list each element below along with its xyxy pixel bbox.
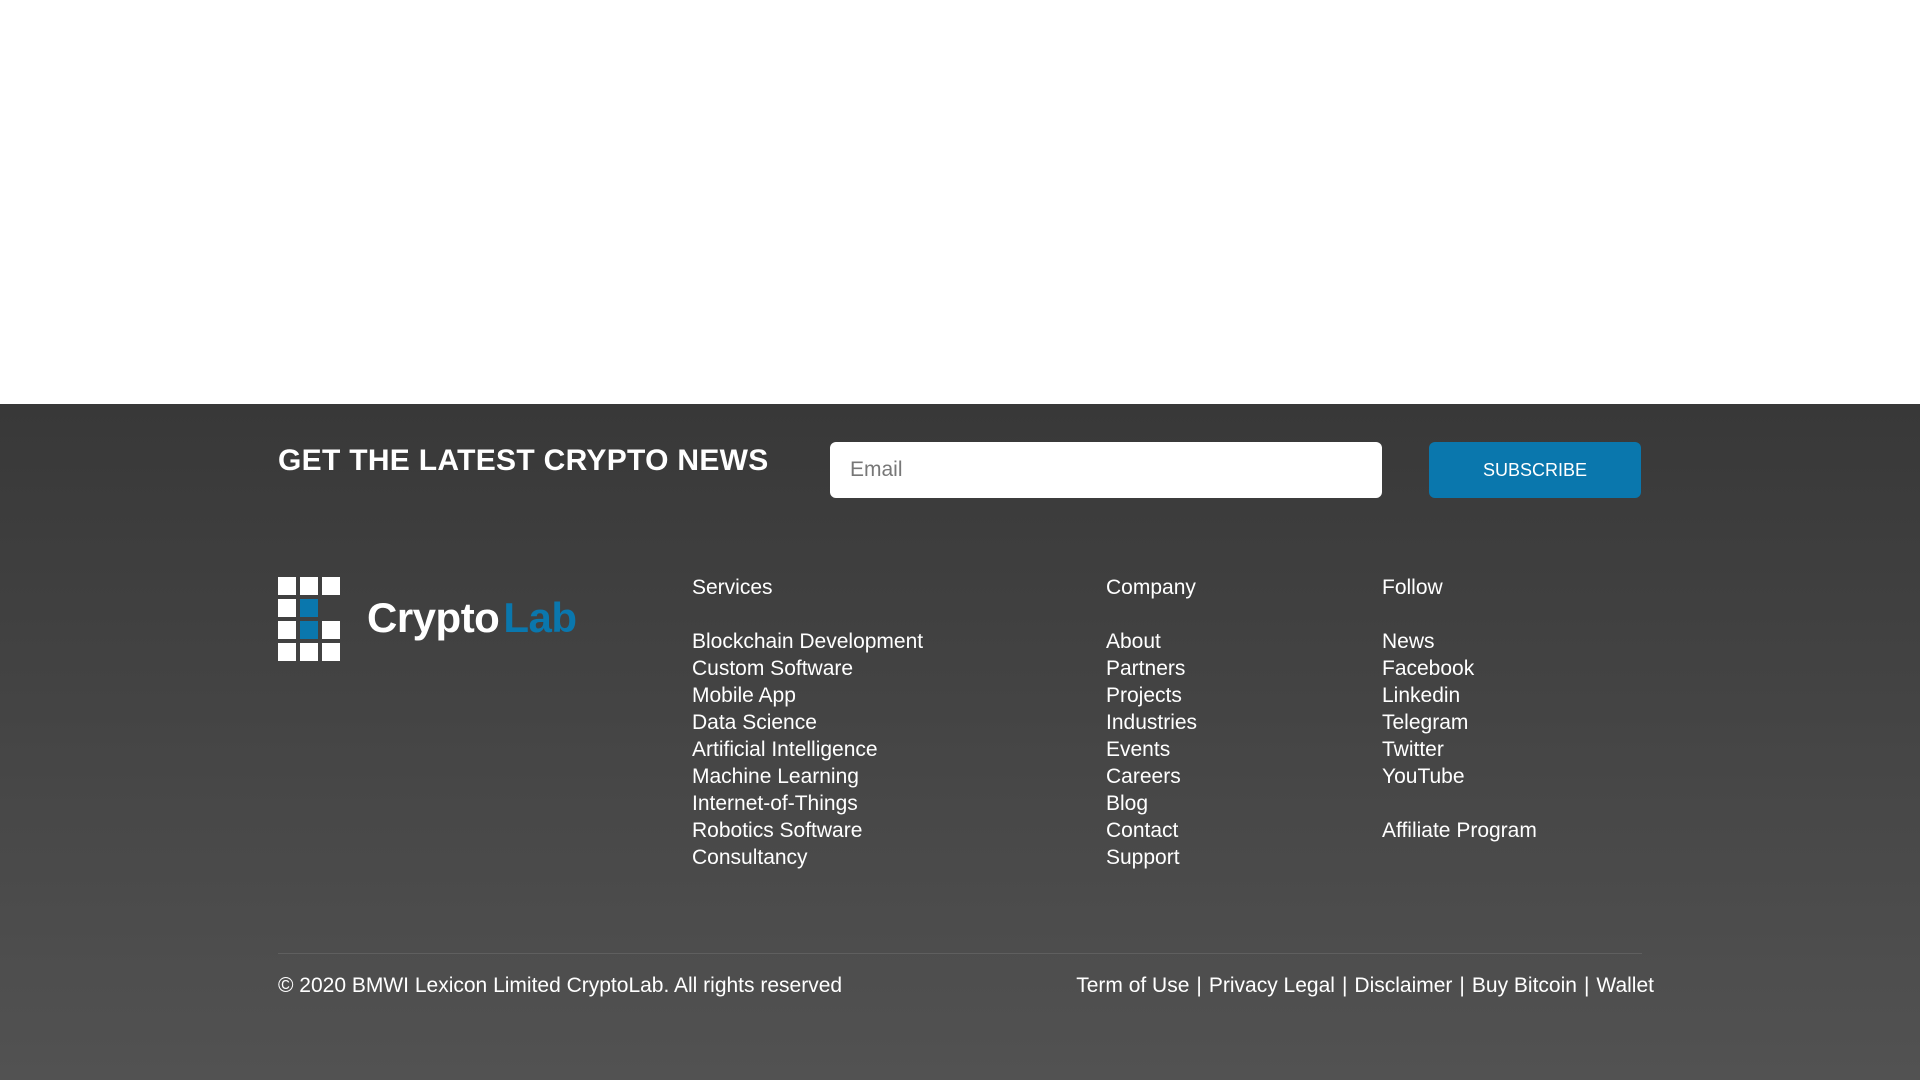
services-link[interactable]: Consultancy: [692, 846, 808, 869]
services-link[interactable]: Data Science: [692, 711, 817, 734]
newsletter-heading: GET THE LATEST CRYPTO NEWS: [278, 444, 769, 477]
site-footer: GET THE LATEST CRYPTO NEWS SUBSCRIBE Cry…: [0, 404, 1920, 1080]
company-list: About Partners Projects Industries Event…: [1106, 628, 1197, 871]
disclaimer-link[interactable]: Disclaimer: [1354, 974, 1452, 997]
services-link[interactable]: Mobile App: [692, 684, 796, 707]
link-separator: |: [1459, 974, 1465, 997]
company-column: Company About Partners Projects Industri…: [1106, 574, 1197, 871]
services-column: Services Blockchain Development Custom S…: [692, 574, 923, 871]
follow-link[interactable]: Twitter: [1382, 738, 1444, 761]
buy-bitcoin-link[interactable]: Buy Bitcoin: [1472, 974, 1577, 997]
email-input[interactable]: [830, 442, 1382, 498]
services-link[interactable]: Blockchain Development: [692, 630, 923, 653]
legal-links: Term of Use | Privacy Legal | Disclaimer | Buy…: [1076, 971, 1654, 1001]
services-link[interactable]: Custom Software: [692, 657, 853, 680]
copyright-text: © 2020 BMWI Lexicon Limited CryptoLab. A…: [278, 974, 843, 997]
company-link[interactable]: Projects: [1106, 684, 1182, 707]
page-content-area: [0, 0, 1920, 404]
company-link[interactable]: Events: [1106, 738, 1170, 761]
company-link[interactable]: Careers: [1106, 765, 1181, 788]
logo-text-primary: Crypto: [367, 594, 500, 641]
follow-heading: Follow: [1382, 576, 1443, 599]
company-link[interactable]: Industries: [1106, 711, 1197, 734]
link-separator: |: [1583, 974, 1590, 997]
cryptolab-logo[interactable]: CryptoLab: [278, 577, 577, 661]
follow-link[interactable]: News: [1382, 630, 1435, 653]
follow-link[interactable]: YouTube: [1382, 765, 1465, 788]
logo-text-accent: Lab: [503, 594, 577, 641]
follow-link[interactable]: Telegram: [1382, 711, 1468, 734]
privacy-legal-link[interactable]: Privacy Legal: [1209, 974, 1335, 997]
follow-column: Follow News Facebook Linkedin Telegram T…: [1382, 574, 1537, 844]
follow-link[interactable]: Linkedin: [1382, 684, 1460, 707]
company-link[interactable]: About: [1106, 630, 1161, 653]
link-separator: |: [1196, 974, 1202, 997]
company-link[interactable]: Blog: [1106, 792, 1148, 815]
follow-list: News Facebook Linkedin Telegram Twitter …: [1382, 628, 1537, 844]
logo-wordmark: CryptoLab: [367, 594, 577, 642]
company-link[interactable]: Contact: [1106, 819, 1178, 842]
wallet-link[interactable]: Wallet: [1596, 974, 1654, 997]
services-list: Blockchain Development Custom Software M…: [692, 628, 923, 871]
services-link[interactable]: Machine Learning: [692, 765, 859, 788]
company-heading: Company: [1106, 576, 1196, 599]
services-link[interactable]: Artificial Intelligence: [692, 738, 878, 761]
grid-logo-icon: [278, 577, 340, 661]
company-link[interactable]: Partners: [1106, 657, 1185, 680]
terms-of-use-link[interactable]: Term of Use: [1076, 974, 1189, 997]
affiliate-program-link[interactable]: Affiliate Program: [1382, 819, 1537, 842]
services-heading: Services: [692, 576, 773, 599]
follow-link[interactable]: Facebook: [1382, 657, 1474, 680]
services-link[interactable]: Internet-of-Things: [692, 792, 858, 815]
link-separator: |: [1341, 974, 1348, 997]
footer-divider: [278, 953, 1642, 954]
subscribe-button[interactable]: SUBSCRIBE: [1429, 442, 1641, 498]
company-link[interactable]: Support: [1106, 846, 1180, 869]
services-link[interactable]: Robotics Software: [692, 819, 862, 842]
